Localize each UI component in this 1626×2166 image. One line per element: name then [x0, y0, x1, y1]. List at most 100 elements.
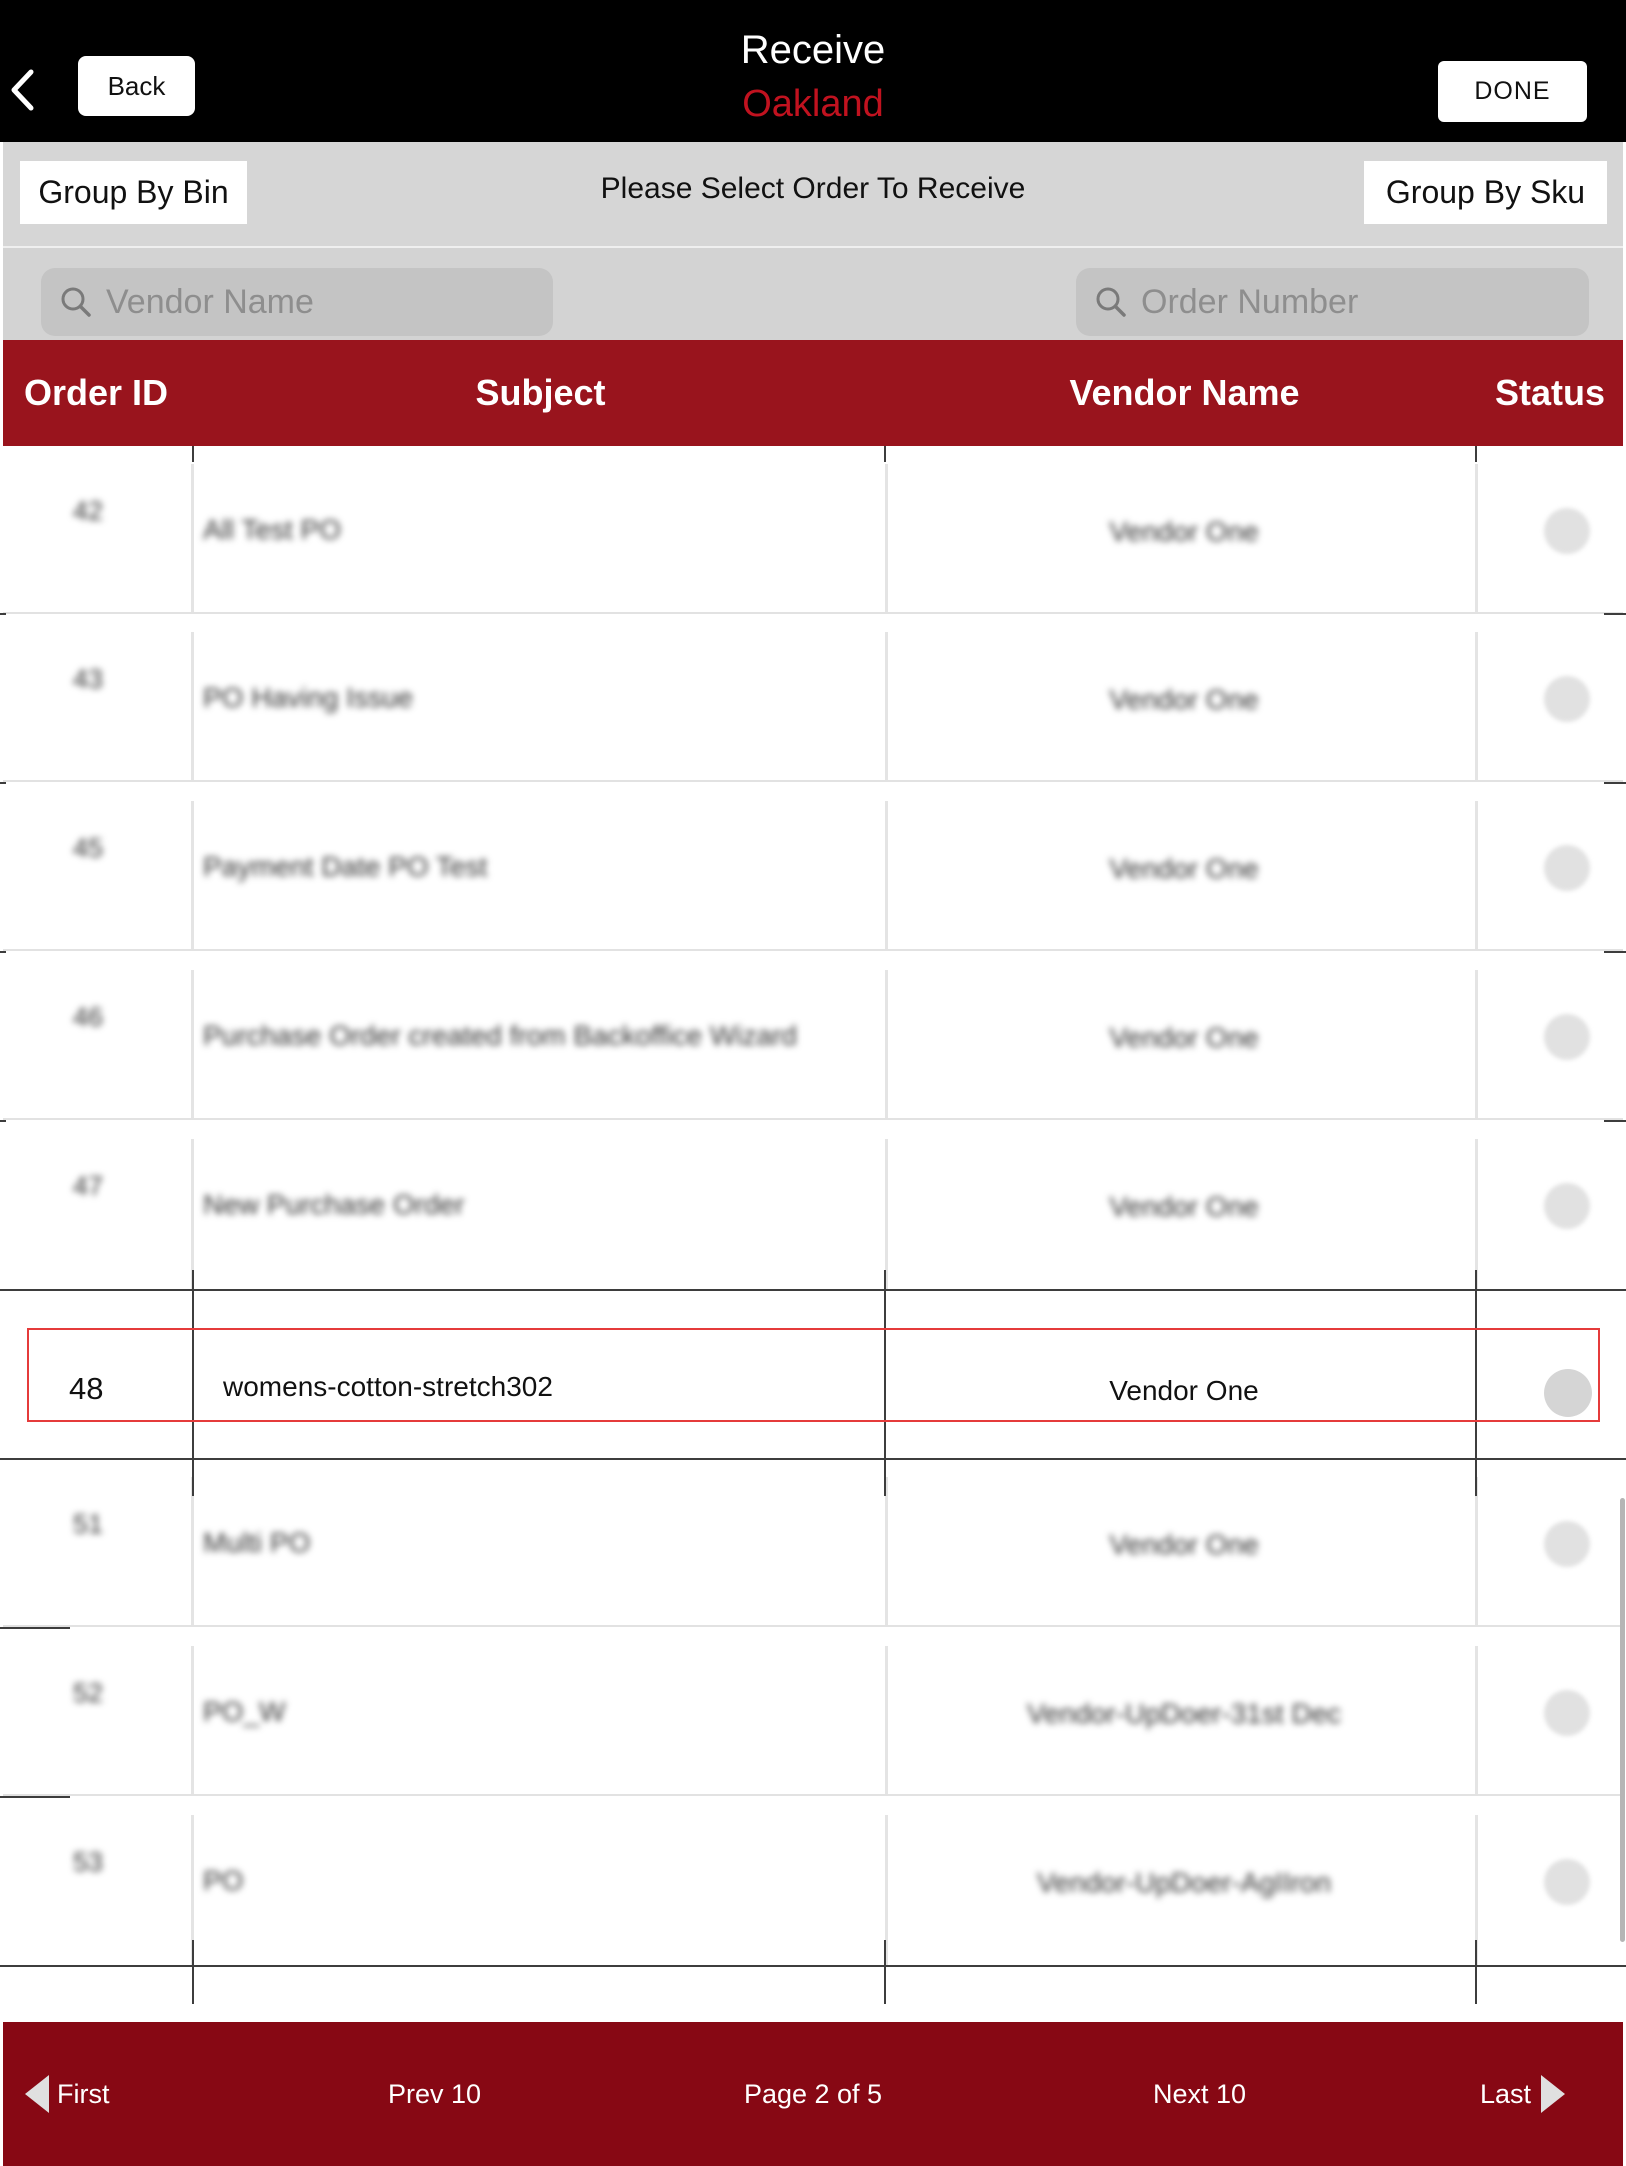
grid-line — [1475, 446, 1477, 462]
order-subject: womens-cotton-stretch302 — [223, 1371, 553, 1402]
order-row[interactable]: 42 All Test PO Vendor One — [3, 446, 1623, 614]
order-row[interactable]: 45 Payment Date PO Test Vendor One — [3, 783, 1623, 951]
grid-line — [1475, 1460, 1477, 1496]
order-vendor: Vendor One — [1109, 1191, 1259, 1222]
last-page-button[interactable]: Last — [1480, 2022, 1566, 2166]
first-label: First — [57, 2079, 110, 2109]
status-indicator — [1544, 1014, 1590, 1060]
pagination-bar: First Prev 10 Page 2 of 5 Next 10 Last — [3, 2022, 1623, 2166]
header-vendor-name: Vendor Name — [1069, 372, 1300, 413]
search-icon — [61, 287, 91, 317]
page-indicator: Page 2 of 5 — [743, 2079, 883, 2109]
grid-line — [0, 613, 6, 615]
grid-line — [1604, 613, 1626, 615]
order-row[interactable]: 47 New Purchase Order Vendor One — [3, 1121, 1623, 1289]
done-button[interactable]: DONE — [1438, 61, 1587, 122]
grid-line — [192, 1270, 194, 1330]
grid-line — [1475, 1330, 1477, 1422]
location-subtitle: Oakland — [742, 83, 884, 125]
grid-line — [1475, 1422, 1477, 1458]
table-header: Order ID Subject Vendor Name Status — [3, 340, 1623, 446]
grid-line — [884, 1940, 886, 2004]
grid-line — [192, 446, 194, 462]
status-indicator — [1544, 508, 1590, 554]
order-id: 51 — [73, 1509, 104, 1539]
order-id: 52 — [73, 1678, 104, 1708]
order-subject: PO_W — [203, 1696, 286, 1727]
order-vendor: Vendor One — [1109, 1022, 1259, 1053]
order-number-input[interactable] — [1139, 281, 1563, 323]
order-row[interactable]: 43 PO Having Issue Vendor One — [3, 614, 1623, 782]
scrollbar[interactable] — [1620, 1498, 1625, 1942]
order-list: 42 All Test PO Vendor One 43 PO Having I… — [3, 446, 1623, 2022]
grid-line — [1604, 782, 1626, 784]
status-indicator[interactable] — [1544, 1369, 1592, 1417]
order-vendor: Vendor One — [1109, 1529, 1259, 1560]
grid-line — [884, 1330, 886, 1422]
status-indicator — [1544, 1521, 1590, 1567]
prev-10-button[interactable]: Prev 10 — [388, 2022, 481, 2166]
order-vendor: Vendor One — [1109, 1375, 1259, 1406]
navigation-bar: Back Receive Oakland DONE — [0, 0, 1626, 142]
arrow-right-icon — [1541, 2075, 1566, 2113]
grid-line — [1475, 1940, 1477, 2004]
order-subject: PO Having Issue — [203, 682, 414, 713]
header-status: Status — [1494, 372, 1606, 413]
order-id: 46 — [73, 1002, 104, 1032]
order-vendor: Vendor One — [1109, 853, 1259, 884]
order-number-search[interactable] — [1076, 268, 1589, 336]
order-id: 47 — [73, 1171, 104, 1201]
next-10-button[interactable]: Next 10 — [1153, 2022, 1246, 2166]
grid-line — [884, 446, 886, 462]
grid-line — [0, 1289, 1626, 1291]
grid-line — [884, 1270, 886, 1330]
order-row-selected[interactable]: 48 womens-cotton-stretch302 Vendor One — [3, 1291, 1623, 1459]
vendor-name-search[interactable] — [41, 268, 553, 336]
grid-line — [192, 1460, 194, 1496]
grid-line — [0, 951, 6, 953]
grid-line — [0, 1120, 6, 1122]
grid-line — [1604, 1120, 1626, 1122]
header-order-id: Order ID — [24, 372, 169, 413]
first-page-button[interactable]: First — [25, 2022, 109, 2166]
status-indicator — [1544, 1859, 1590, 1905]
status-indicator — [1544, 1690, 1590, 1736]
status-indicator — [1544, 845, 1590, 891]
grid-line — [0, 1796, 70, 1798]
grid-line — [884, 1422, 886, 1458]
page-title: Receive — [740, 28, 886, 72]
order-vendor: Vendor One — [1109, 684, 1259, 715]
order-row[interactable]: 52 PO_W Vendor-UpDoer-31st Dec — [3, 1628, 1623, 1796]
search-icon — [1096, 287, 1126, 317]
order-subject: Purchase Order created from Backoffice W… — [203, 1020, 797, 1051]
order-vendor: Vendor-UpDoer-AgIIron — [1036, 1867, 1332, 1898]
order-subject: Payment Date PO Test — [203, 851, 488, 882]
group-bar: Group By Bin Please Select Order To Rece… — [3, 142, 1623, 248]
group-by-sku-button[interactable]: Group By Sku — [1364, 161, 1607, 224]
order-id: 42 — [73, 496, 104, 526]
order-row[interactable]: 51 Multi PO Vendor One — [3, 1459, 1623, 1627]
grid-line — [1475, 1270, 1477, 1330]
order-id: 43 — [73, 664, 104, 694]
order-vendor: Vendor-UpDoer-31st Dec — [1026, 1698, 1342, 1729]
grid-line — [192, 1422, 194, 1458]
grid-line — [0, 1627, 70, 1629]
order-id: 45 — [73, 833, 104, 863]
grid-line — [192, 1330, 194, 1422]
search-bar — [3, 248, 1623, 340]
order-id: 48 — [69, 1371, 104, 1406]
arrow-left-icon — [25, 2075, 49, 2113]
order-subject: All Test PO — [203, 514, 341, 545]
order-subject: Multi PO — [203, 1527, 311, 1558]
order-subject: PO — [203, 1865, 244, 1896]
order-id: 53 — [73, 1847, 104, 1877]
order-row[interactable]: 53 PO Vendor-UpDoer-AgIIron — [3, 1797, 1623, 1965]
grid-line — [0, 782, 6, 784]
header-subject: Subject — [475, 372, 606, 413]
grid-line — [884, 1460, 886, 1496]
status-indicator — [1544, 1183, 1590, 1229]
grid-line — [192, 1940, 194, 2004]
grid-line — [1604, 951, 1626, 953]
vendor-name-input[interactable] — [104, 281, 528, 323]
order-row[interactable]: 46 Purchase Order created from Backoffic… — [3, 952, 1623, 1120]
